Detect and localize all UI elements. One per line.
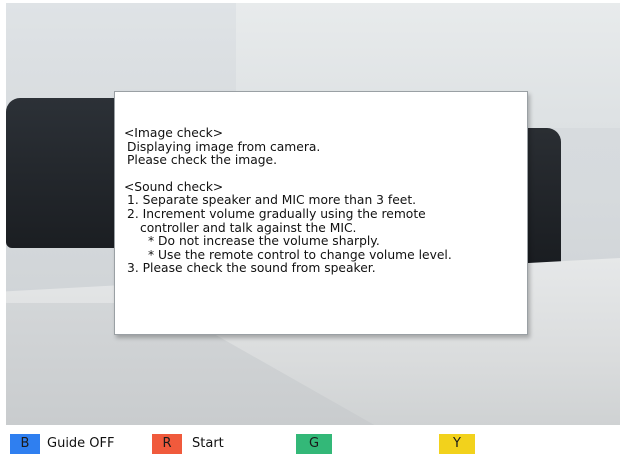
- sound-check-step: 3. Please check the sound from speaker.: [127, 261, 376, 276]
- image-check-line: Please check the image.: [127, 153, 278, 168]
- blue-key-button[interactable]: B: [10, 434, 40, 454]
- image-check-line: Displaying image from camera.: [127, 139, 321, 154]
- sound-check-step: 2. Increment volume gradually using the …: [127, 206, 426, 221]
- camera-preview: <Image check> Displaying image from came…: [6, 3, 620, 425]
- blue-key-label: Guide OFF: [47, 436, 115, 451]
- guide-dialog: <Image check> Displaying image from came…: [114, 91, 528, 335]
- sound-check-step-continuation: controller and talk against the MIC.: [140, 220, 357, 235]
- image-check-title: <Image check>: [124, 126, 224, 140]
- yellow-key-button[interactable]: Y: [439, 434, 475, 454]
- red-key-button[interactable]: R: [152, 434, 182, 454]
- sound-check-note: * Use the remote control to change volum…: [148, 247, 452, 262]
- green-key-button[interactable]: G: [296, 434, 332, 454]
- sound-check-note: * Do not increase the volume sharply.: [148, 234, 380, 249]
- color-key-bar: B Guide OFF R Start G Y: [0, 425, 626, 456]
- sound-check-step: 1. Separate speaker and MIC more than 3 …: [127, 193, 417, 208]
- sound-check-title: <Sound check>: [124, 179, 224, 194]
- red-key-label: Start: [192, 436, 224, 451]
